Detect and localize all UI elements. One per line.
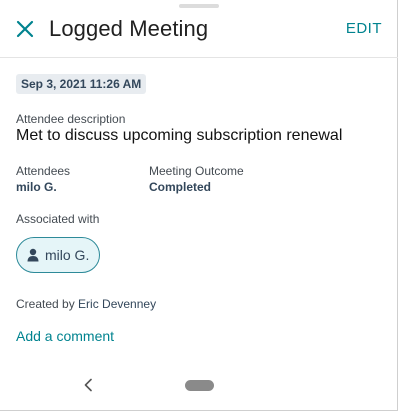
nav-home-pill[interactable] xyxy=(185,380,214,391)
add-comment-link[interactable]: Add a comment xyxy=(16,328,114,344)
outcome-label: Meeting Outcome xyxy=(149,164,244,178)
outcome-value: Completed xyxy=(149,180,212,194)
edit-button[interactable]: EDIT xyxy=(346,20,382,37)
created-by-name: Eric Devenney xyxy=(78,297,157,311)
attendees-value: milo G. xyxy=(16,180,57,194)
nav-back-button[interactable] xyxy=(80,376,96,394)
header: Logged Meeting EDIT xyxy=(0,0,398,58)
created-by: Created by Eric Devenney xyxy=(16,297,156,311)
associated-contact-chip[interactable]: milo G. xyxy=(16,237,100,273)
page-title: Logged Meeting xyxy=(49,16,209,41)
logged-meeting-sheet: Logged Meeting EDIT Sep 3, 2021 11:26 AM… xyxy=(0,0,398,411)
created-by-prefix: Created by xyxy=(16,297,75,311)
person-icon xyxy=(27,248,39,262)
close-icon xyxy=(16,20,34,38)
associated-label: Associated with xyxy=(16,212,100,226)
back-chevron-icon xyxy=(84,378,92,392)
close-button[interactable] xyxy=(12,16,38,42)
description-label: Attendee description xyxy=(16,112,126,126)
attendees-label: Attendees xyxy=(16,164,71,178)
description-value: Met to discuss upcoming subscription ren… xyxy=(16,127,343,144)
date-badge: Sep 3, 2021 11:26 AM xyxy=(16,74,147,94)
system-nav-bar xyxy=(0,362,398,410)
associated-contact-name: milo G. xyxy=(45,247,90,263)
